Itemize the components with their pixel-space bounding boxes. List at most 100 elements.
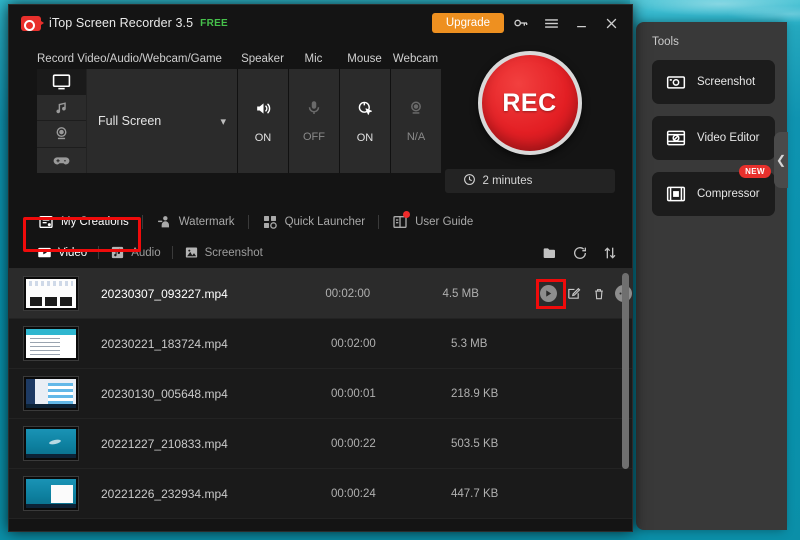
app-window: iTop Screen Recorder 3.5 FREE Upgrade Re… xyxy=(8,4,633,532)
source-dropdown[interactable]: Full Screen ▾ xyxy=(86,69,237,173)
library-tab-bar: Video Audio Screenshot xyxy=(9,237,632,269)
timer-label: 2 minutes xyxy=(482,175,533,187)
upgrade-button[interactable]: Upgrade xyxy=(431,13,504,33)
device-toggle-speaker[interactable]: ON xyxy=(237,69,288,173)
tab-divider xyxy=(98,246,100,259)
tool-card-compressor[interactable]: NEW Compressor xyxy=(652,165,775,216)
feature-watermark[interactable]: Watermark xyxy=(147,209,244,235)
hamburger-menu-icon[interactable] xyxy=(538,10,564,36)
open-folder-icon[interactable] xyxy=(542,245,558,261)
tool-label: Video Editor xyxy=(697,132,760,144)
speaker-icon xyxy=(254,99,273,123)
source-mode-list xyxy=(37,69,86,173)
table-row[interactable]: 20221227_210833.mp4 00:00:22 503.5 KB xyxy=(9,419,632,469)
file-thumbnail xyxy=(23,476,79,511)
table-row[interactable]: 20230130_005648.mp4 00:00:01 218.9 KB xyxy=(9,369,632,419)
free-badge: FREE xyxy=(200,17,229,29)
file-thumbnail xyxy=(23,426,79,461)
row-actions xyxy=(536,279,632,309)
key-icon[interactable] xyxy=(508,10,534,36)
rec-button[interactable]: REC xyxy=(477,51,582,155)
recording-timer[interactable]: 2 minutes xyxy=(444,169,615,193)
tab-label: Video xyxy=(58,246,88,259)
my-creations-icon xyxy=(38,214,54,230)
file-thumbnail xyxy=(23,276,79,311)
recordings-list: 20230307_093227.mp4 00:02:00 4.5 MB 2023… xyxy=(9,269,632,521)
feature-label: Quick Launcher xyxy=(284,216,366,228)
record-panel: Record Video/Audio/Webcam/Game Speaker M… xyxy=(9,41,632,193)
table-row[interactable]: 20230307_093227.mp4 00:02:00 4.5 MB xyxy=(9,269,632,319)
device-header-mouse: Mouse xyxy=(347,53,382,65)
tools-panel-title: Tools xyxy=(652,36,679,48)
video-icon xyxy=(37,245,52,260)
device-header-mic: Mic xyxy=(304,53,323,65)
tool-label: Compressor xyxy=(697,188,760,200)
minimize-icon[interactable] xyxy=(568,10,594,36)
screenshot-icon xyxy=(184,245,199,260)
audio-icon xyxy=(110,245,125,260)
source-mode-screen[interactable] xyxy=(37,69,86,95)
device-toggle-mouse[interactable]: ON xyxy=(339,69,390,173)
tool-card-video-editor[interactable]: Video Editor xyxy=(652,116,775,160)
toolbar-divider xyxy=(141,215,143,229)
record-column-headers: Record Video/Audio/Webcam/Game Speaker M… xyxy=(37,49,441,69)
file-name: 20221227_210833.mp4 xyxy=(101,436,228,451)
tab-divider xyxy=(171,246,173,259)
file-duration: 00:02:00 xyxy=(325,287,371,300)
source-dropdown-value: Full Screen xyxy=(98,114,162,128)
refresh-icon[interactable] xyxy=(572,245,588,261)
device-toggle-webcam[interactable]: N/A xyxy=(390,69,441,173)
device-state: N/A xyxy=(406,131,426,143)
toolbar-divider xyxy=(247,215,249,229)
clock-icon xyxy=(463,173,476,189)
source-mode-audio[interactable] xyxy=(37,95,86,121)
close-icon[interactable] xyxy=(598,10,624,36)
tab-video[interactable]: Video xyxy=(29,242,95,263)
tool-card-screenshot[interactable]: Screenshot xyxy=(652,60,775,104)
feature-label: User Guide xyxy=(415,216,474,228)
table-row[interactable]: 20230221_183724.mp4 00:02:00 5.3 MB xyxy=(9,319,632,369)
file-duration: 00:00:22 xyxy=(331,437,376,450)
tab-label: Audio xyxy=(131,246,161,259)
feature-my-creations[interactable]: My Creations xyxy=(29,209,138,235)
tool-label: Screenshot xyxy=(697,76,756,88)
source-mode-webcam[interactable] xyxy=(37,121,86,148)
file-duration: 00:00:01 xyxy=(331,387,376,400)
file-thumbnail xyxy=(23,376,79,411)
feature-toolbar: My Creations Watermark Quick Launcher Us… xyxy=(9,207,632,237)
edit-icon[interactable] xyxy=(565,285,582,302)
play-icon[interactable] xyxy=(540,285,557,302)
file-name: 20230130_005648.mp4 xyxy=(101,386,228,401)
file-duration: 00:00:24 xyxy=(331,487,376,500)
new-indicator-dot xyxy=(403,211,411,218)
recorder-logo-icon xyxy=(21,15,44,31)
chevron-down-icon: ▾ xyxy=(220,115,226,128)
file-size: 5.3 MB xyxy=(451,337,488,350)
user-guide-icon xyxy=(392,211,411,230)
device-toggle-mic[interactable]: OFF xyxy=(288,69,339,173)
app-title: iTop Screen Recorder 3.5 xyxy=(49,16,194,30)
source-mode-game[interactable] xyxy=(37,148,86,174)
file-size: 447.7 KB xyxy=(451,487,499,500)
device-state: ON xyxy=(254,131,272,144)
quick-launcher-icon xyxy=(262,214,278,230)
device-header-webcam: Webcam xyxy=(392,53,439,65)
file-name: 20221226_232934.mp4 xyxy=(101,486,228,501)
list-toolbar xyxy=(542,245,618,261)
file-size: 503.5 KB xyxy=(451,437,499,450)
delete-icon[interactable] xyxy=(590,285,607,302)
tab-audio[interactable]: Audio xyxy=(102,242,168,263)
table-row[interactable]: 20221226_232934.mp4 00:00:24 447.7 KB xyxy=(9,469,632,519)
tab-screenshot[interactable]: Screenshot xyxy=(176,242,271,263)
device-header-speaker: Speaker xyxy=(241,53,284,65)
collapse-tools-panel-button[interactable]: ❮ xyxy=(774,132,788,188)
list-scrollbar[interactable] xyxy=(622,273,629,469)
chevron-left-icon: ❮ xyxy=(775,153,787,167)
video-edit-icon xyxy=(666,128,686,148)
feature-user-guide[interactable]: User Guide xyxy=(383,209,482,235)
sort-icon[interactable] xyxy=(602,245,618,261)
record-action-section: REC 2 minutes xyxy=(441,49,618,193)
file-size: 4.5 MB xyxy=(442,287,479,300)
feature-quick-launcher[interactable]: Quick Launcher xyxy=(253,209,375,235)
camera-icon xyxy=(666,72,686,92)
